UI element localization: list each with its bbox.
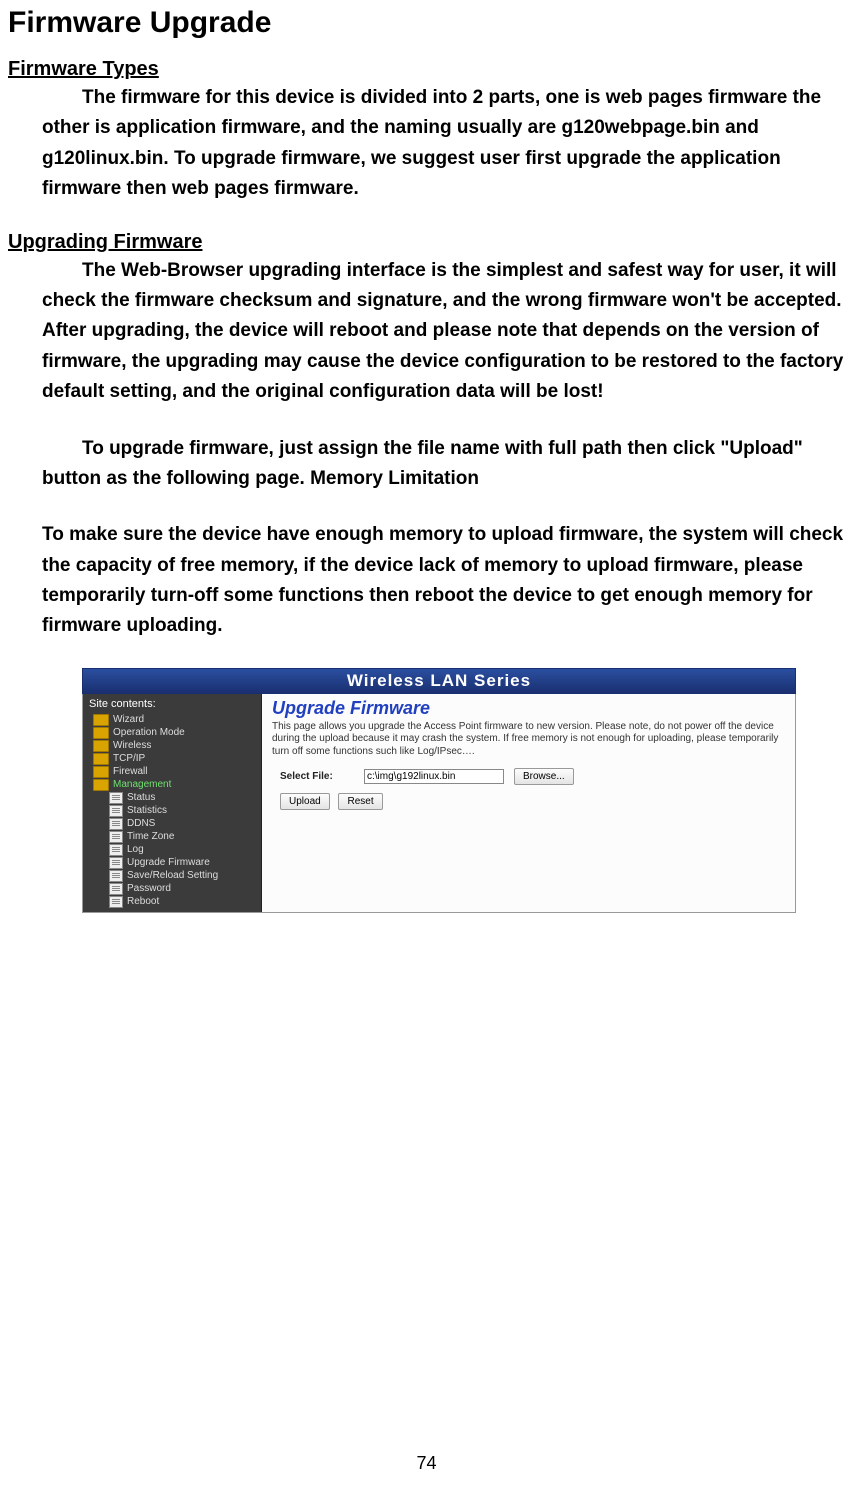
sidebar-title: Site contents:: [83, 696, 261, 714]
doc-icon: [109, 831, 123, 843]
sidebar-subitem-label: DDNS: [127, 818, 155, 829]
content-description: This page allows you upgrade the Access …: [272, 721, 785, 759]
sidebar-item-label: Wireless: [113, 740, 151, 751]
sidebar-subitem-upgrade-firmware[interactable]: Upgrade Firmware: [109, 857, 261, 870]
sidebar-item-label: Firewall: [113, 766, 147, 777]
sidebar-item-label: Wizard: [113, 714, 144, 725]
sidebar-subitem-label: Save/Reload Setting: [127, 870, 218, 881]
sidebar-subitem-log[interactable]: Log: [109, 844, 261, 857]
doc-icon: [109, 857, 123, 869]
section-body-upgrading-1: The Web-Browser upgrading interface is t…: [42, 256, 845, 408]
folder-icon: [93, 727, 109, 739]
reset-button[interactable]: Reset: [338, 793, 382, 810]
section-heading-upgrading-firmware: Upgrading Firmware: [8, 231, 845, 254]
folder-icon: [93, 740, 109, 752]
content-panel: Upgrade Firmware This page allows you up…: [262, 694, 795, 912]
doc-icon: [109, 818, 123, 830]
sidebar-item-label: Operation Mode: [113, 727, 185, 738]
sidebar-subitem-label: Password: [127, 883, 171, 894]
upload-button[interactable]: Upload: [280, 793, 330, 810]
window-title-bar: Wireless LAN Series: [82, 668, 796, 694]
folder-icon: [93, 714, 109, 726]
sidebar-subitem-label: Time Zone: [127, 831, 174, 842]
sidebar-item-wireless[interactable]: Wireless: [83, 740, 261, 753]
sidebar-item-firewall[interactable]: Firewall: [83, 766, 261, 779]
sidebar-subitem-password[interactable]: Password: [109, 883, 261, 896]
sidebar-subitem-label: Reboot: [127, 896, 159, 907]
section-body-upgrading-3: To make sure the device have enough memo…: [42, 520, 845, 642]
sidebar-item-operation-mode[interactable]: Operation Mode: [83, 727, 261, 740]
section-body-firmware-types: The firmware for this device is divided …: [42, 83, 845, 205]
sidebar-subitem-status[interactable]: Status: [109, 792, 261, 805]
sidebar-item-wizard[interactable]: Wizard: [83, 714, 261, 727]
page-title: Firmware Upgrade: [8, 6, 845, 40]
sidebar-subitem-label: Status: [127, 792, 155, 803]
select-file-row: Select File: Browse...: [280, 768, 785, 785]
select-file-label: Select File:: [280, 771, 354, 782]
button-row: Upload Reset: [280, 793, 785, 810]
sidebar-subitem-statistics[interactable]: Statistics: [109, 805, 261, 818]
file-path-input[interactable]: [364, 769, 504, 784]
content-heading: Upgrade Firmware: [272, 698, 785, 719]
sidebar-subitem-ddns[interactable]: DDNS: [109, 818, 261, 831]
sidebar-subitem-label: Log: [127, 844, 144, 855]
browse-button[interactable]: Browse...: [514, 768, 574, 785]
sidebar-item-management[interactable]: Management: [83, 779, 261, 792]
doc-icon: [109, 896, 123, 908]
doc-icon: [109, 844, 123, 856]
sidebar-item-label: TCP/IP: [113, 753, 145, 764]
doc-icon: [109, 805, 123, 817]
sidebar-item-tcpip[interactable]: TCP/IP: [83, 753, 261, 766]
doc-icon: [109, 792, 123, 804]
sidebar-item-label: Management: [113, 779, 171, 790]
sidebar: Site contents: Wizard Operation Mode Wir…: [83, 694, 262, 912]
folder-icon: [93, 779, 109, 791]
sidebar-subitem-save-reload[interactable]: Save/Reload Setting: [109, 870, 261, 883]
folder-icon: [93, 766, 109, 778]
sidebar-subitem-time-zone[interactable]: Time Zone: [109, 831, 261, 844]
doc-icon: [109, 870, 123, 882]
page-number: 74: [8, 1453, 845, 1484]
folder-icon: [93, 753, 109, 765]
section-heading-firmware-types: Firmware Types: [8, 58, 845, 81]
embedded-screenshot: Wireless LAN Series Site contents: Wizar…: [82, 668, 796, 913]
sidebar-subitem-reboot[interactable]: Reboot: [109, 896, 261, 909]
sidebar-subitem-label: Upgrade Firmware: [127, 857, 210, 868]
doc-icon: [109, 883, 123, 895]
section-body-upgrading-2: To upgrade firmware, just assign the fil…: [42, 434, 845, 495]
sidebar-subitem-label: Statistics: [127, 805, 167, 816]
